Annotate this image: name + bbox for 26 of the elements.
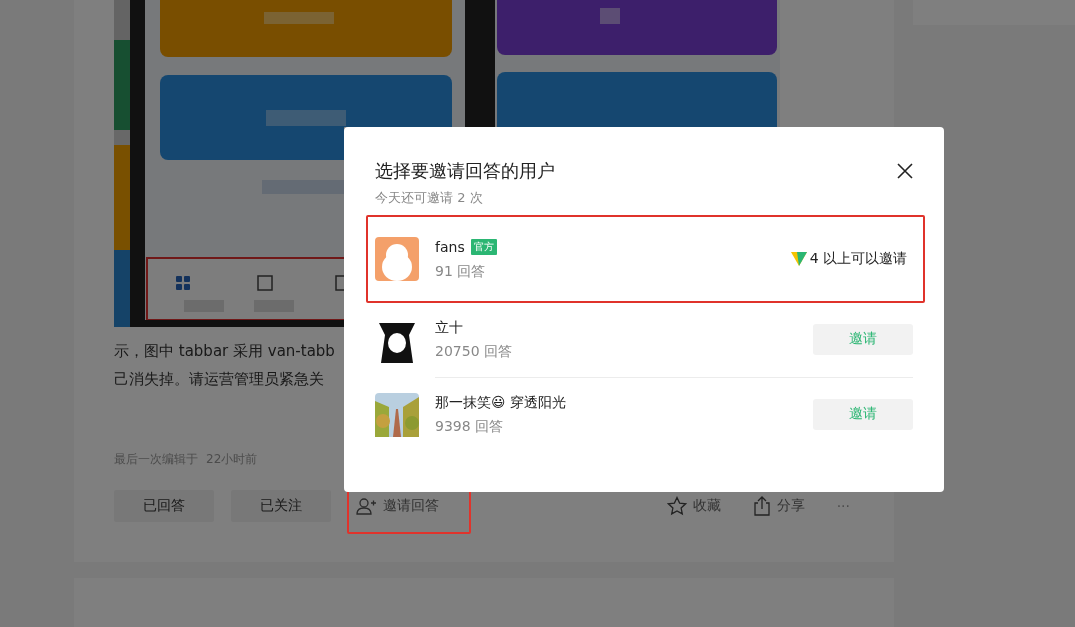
close-icon[interactable] (897, 163, 913, 179)
action-link[interactable]: 分享 (752, 496, 805, 516)
dialog-subtitle: 今天还可邀请 2 次 (375, 189, 484, 207)
paragraph-line: 示，图中 tabbar 采用 van-tabb (114, 341, 335, 362)
invite-button[interactable]: 邀请 (813, 323, 913, 355)
share-icon (752, 496, 771, 516)
answer-count: 9398 回答 (435, 417, 505, 436)
answer-count: 91 回答 (435, 262, 487, 281)
triangle-icon (790, 252, 807, 266)
star-icon (666, 496, 687, 516)
avatar-icon (375, 237, 419, 281)
action-button[interactable]: 已回答 (114, 490, 214, 522)
person-add-icon (356, 497, 377, 515)
action-button[interactable]: 已关注 (231, 490, 331, 522)
answer-count: 20750 回答 (435, 342, 512, 361)
action-link[interactable]: 收藏 (666, 496, 721, 516)
user-name: fans (435, 238, 465, 257)
official-badge: 官方 (470, 239, 497, 255)
more-button[interactable]: ··· (836, 498, 850, 514)
invite-button[interactable]: 邀请 (813, 398, 913, 430)
user-name: 立十 (435, 318, 463, 337)
requirement-text: 4 以上可以邀请 (809, 250, 907, 268)
user-name: 那一抹笑😃 穿透阳光 (435, 393, 567, 412)
action-link[interactable]: 邀请回答 (356, 497, 439, 515)
dialog-title: 选择要邀请回答的用户 (375, 159, 555, 183)
paragraph-line: 己消失掉。请运营管理员紧急关 (114, 369, 324, 390)
